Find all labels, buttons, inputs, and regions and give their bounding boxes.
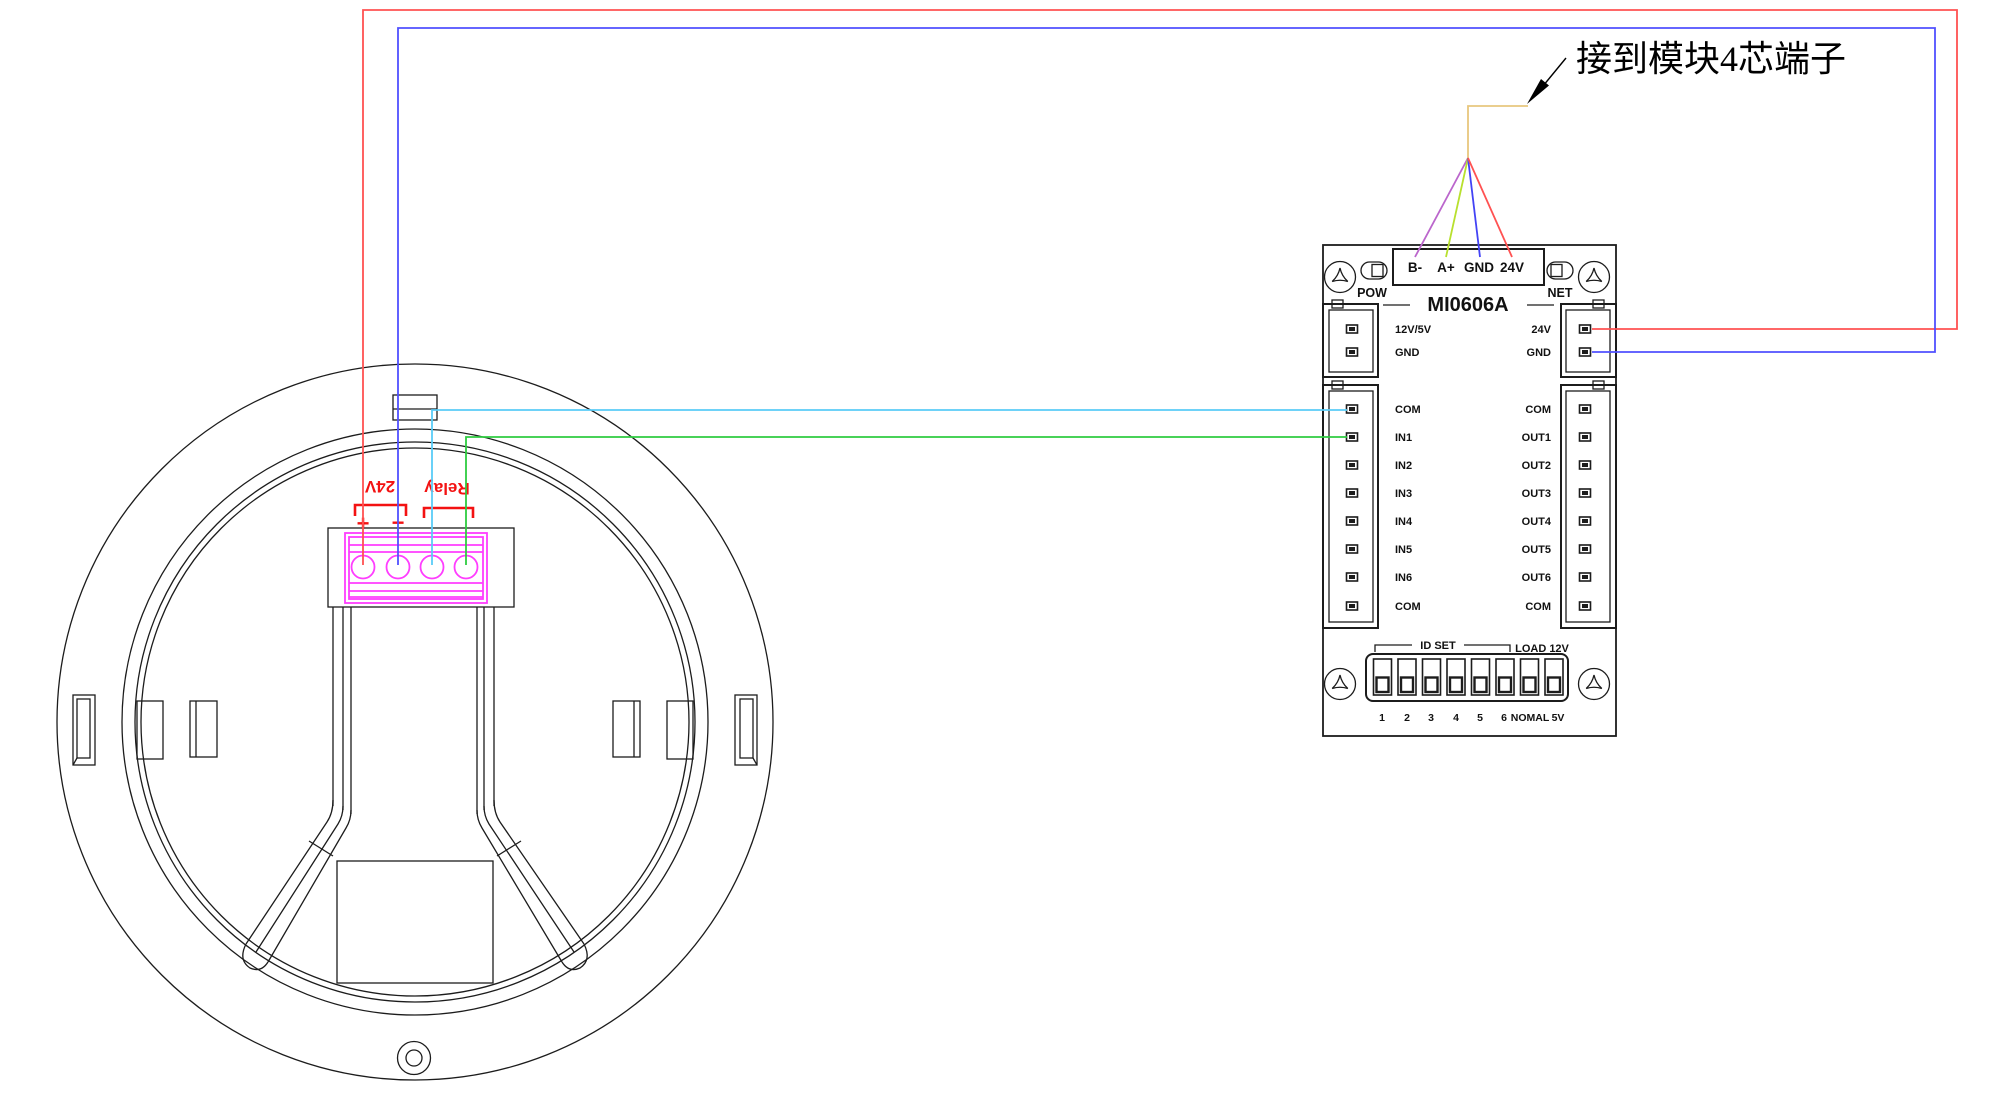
detector-base-plate: 24V Relay + − [57, 364, 773, 1080]
dip-label-4: 4 [1453, 712, 1459, 724]
wire-fan-a-plus [1446, 158, 1468, 257]
dip-label-5: 5 [1477, 712, 1483, 724]
annotation: 接到模块4芯端子 [1527, 39, 1846, 104]
dip-switch-7 [1521, 659, 1539, 695]
label-gnd-right: GND [1527, 347, 1552, 359]
label-out4: OUT4 [1522, 516, 1552, 528]
wiring-diagram: 24V Relay + − B- A+ GND 24V POW [0, 0, 2000, 1100]
header-pin-b-minus: B- [1408, 260, 1422, 275]
label-24v-right: 24V [1531, 324, 1551, 336]
dip-label-nomal: NOMAL [1511, 712, 1550, 724]
dip-switch-3 [1423, 659, 1441, 695]
power-terminal-label: 24V [364, 477, 395, 496]
top-tab [393, 395, 437, 420]
base-inner-rim-circle-2 [141, 448, 689, 996]
right-slots [613, 695, 757, 765]
dip-label-6: 6 [1501, 712, 1507, 724]
wires [363, 10, 1957, 565]
left-slots [73, 695, 217, 765]
annotation-leader-line [1543, 58, 1566, 86]
header-pin-24v: 24V [1500, 260, 1524, 275]
annotation-text: 接到模块4芯端子 [1576, 39, 1846, 79]
mounting-hole [398, 1042, 431, 1075]
base-inner-rim-circle [135, 442, 695, 1002]
dip-switch-1 [1374, 659, 1392, 695]
label-12v5v: 12V/5V [1395, 324, 1432, 336]
label-com-out-top: COM [1525, 404, 1551, 416]
header-pin-gnd: GND [1464, 260, 1494, 275]
terminal-markings: 24V Relay + − [355, 477, 473, 536]
label-com-in-bottom: COM [1395, 601, 1421, 613]
dip-switch-2 [1398, 659, 1416, 695]
pow-label: POW [1357, 286, 1387, 300]
net-label: NET [1548, 286, 1573, 300]
base-middle-circle [122, 429, 708, 1015]
id-set-label: ID SET [1420, 640, 1456, 652]
dip-label-1: 1 [1379, 712, 1385, 724]
dip-switch-8 [1545, 659, 1563, 695]
module-title: MI0606A [1427, 294, 1508, 316]
dip-switch-5 [1472, 659, 1490, 695]
label-gnd-left: GND [1395, 347, 1420, 359]
dip-switch-4 [1447, 659, 1465, 695]
label-in3: IN3 [1395, 488, 1412, 500]
dip-label-3: 3 [1428, 712, 1434, 724]
pin-24v-right [1580, 325, 1591, 333]
label-out5: OUT5 [1522, 544, 1551, 556]
center-plate [337, 861, 493, 983]
base-outer-circle [57, 364, 773, 1080]
wire-in1-green [466, 437, 1347, 565]
label-in4: IN4 [1395, 516, 1413, 528]
label-com-in-top: COM [1395, 404, 1421, 416]
wire-24v-red [363, 10, 1957, 565]
label-out6: OUT6 [1522, 572, 1551, 584]
header-pin-a-plus: A+ [1437, 260, 1455, 275]
dip-label-2: 2 [1404, 712, 1410, 724]
label-in5: IN5 [1395, 544, 1412, 556]
label-in6: IN6 [1395, 572, 1412, 584]
label-in2: IN2 [1395, 460, 1412, 472]
pin-gnd-right [1580, 348, 1591, 356]
label-out1: OUT1 [1522, 432, 1551, 444]
label-com-out-bottom: COM [1525, 601, 1551, 613]
relay-terminal-label: Relay [424, 479, 470, 498]
pin-12v5v [1347, 325, 1358, 333]
wire-gnd-blue [398, 28, 1935, 565]
io-module: B- A+ GND 24V POW NET MI0606A [1323, 245, 1616, 736]
wire-fan-b-minus [1415, 158, 1468, 257]
label-out3: OUT3 [1522, 488, 1551, 500]
wire-bus-tan [1468, 106, 1528, 158]
pin-gnd-left [1347, 348, 1358, 356]
wire-com-cyan [432, 410, 1347, 565]
label-out2: OUT2 [1522, 460, 1551, 472]
dip-label-5v: 5V [1552, 712, 1565, 724]
label-in1: IN1 [1395, 432, 1412, 444]
dip-switch-6 [1496, 659, 1514, 695]
